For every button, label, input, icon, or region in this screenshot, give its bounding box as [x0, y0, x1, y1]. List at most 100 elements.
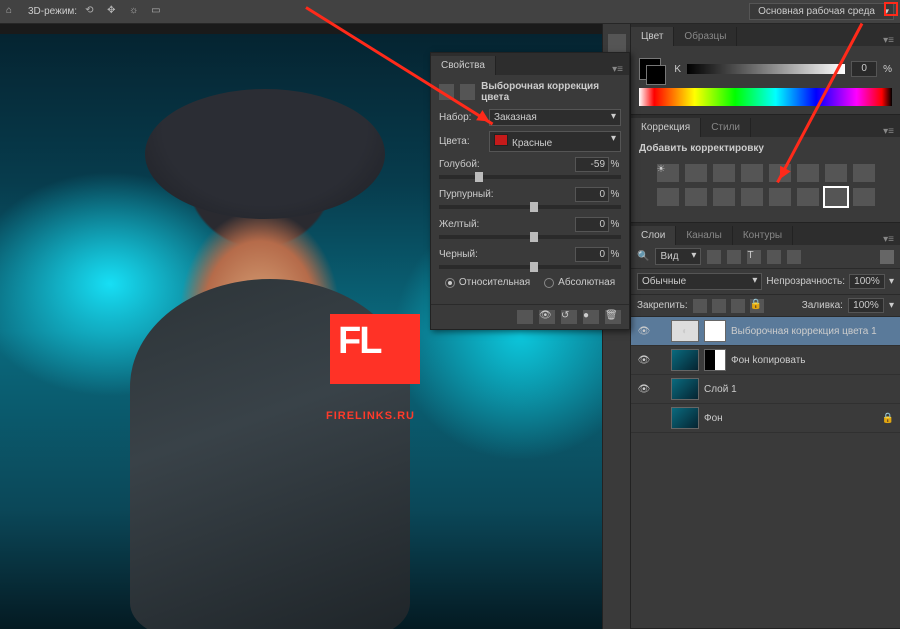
watermark-logo: FL [338, 320, 380, 363]
light-icon[interactable]: ☼ [129, 5, 143, 19]
yellow-slider[interactable] [439, 235, 621, 239]
history-icon[interactable] [608, 34, 626, 52]
adj-hue-icon[interactable] [797, 164, 819, 182]
layer-name[interactable]: Слой 1 [704, 384, 737, 395]
lock-label: Закрепить: [637, 300, 688, 311]
adj-photofilter-icon[interactable] [657, 188, 679, 206]
visibility-icon[interactable] [637, 324, 651, 338]
filter-toggle-icon[interactable] [880, 250, 894, 264]
adjustments-panel: Коррекция Стили ▾≡ Добавить корректировк… [631, 115, 900, 223]
tab-adjustments[interactable]: Коррекция [631, 118, 701, 137]
layer-mask[interactable] [704, 349, 726, 371]
adj-threshold-icon[interactable] [797, 188, 819, 206]
color-spectrum[interactable] [639, 88, 892, 106]
opacity-value[interactable]: 100% [849, 274, 885, 289]
k-value[interactable]: 0 [851, 61, 877, 77]
yellow-label: Желтый: [439, 219, 575, 230]
adj-selectivecolor-icon[interactable] [825, 188, 847, 206]
layer-row[interactable]: Фон 🔒 [631, 404, 900, 433]
chevron-down-icon[interactable]: ▾ [889, 276, 894, 287]
colors-dropdown[interactable]: Красные [489, 131, 621, 152]
k-slider[interactable] [687, 64, 845, 74]
red-swatch-icon [494, 134, 508, 146]
layer-thumb[interactable] [671, 349, 699, 371]
adj-colorlookup-icon[interactable] [713, 188, 735, 206]
adj-posterize-icon[interactable] [769, 188, 791, 206]
home-icon[interactable]: ⌂ [6, 5, 20, 19]
tab-color[interactable]: Цвет [631, 27, 674, 46]
k-percent: % [883, 64, 892, 75]
lock-transparency-icon[interactable] [693, 299, 707, 313]
adj-invert-icon[interactable] [741, 188, 763, 206]
visibility-icon[interactable] [637, 382, 651, 396]
adj-channelmixer-icon[interactable] [685, 188, 707, 206]
filter-pixel-icon[interactable] [707, 250, 721, 264]
adj-gradientmap-icon[interactable] [853, 188, 875, 206]
layer-row[interactable]: Слой 1 [631, 375, 900, 404]
mask-icon[interactable] [460, 84, 475, 100]
lock-all-icon[interactable]: 🔒 [750, 299, 764, 313]
preset-dropdown[interactable]: Заказная [489, 109, 621, 126]
fgbg-swatch[interactable] [639, 58, 661, 80]
layer-row[interactable]: ◐ Выборочная коррекция цвета 1 [631, 317, 900, 346]
orbit-icon[interactable]: ⟲ [85, 5, 99, 19]
cyan-slider[interactable] [439, 175, 621, 179]
camera-icon[interactable]: ▭ [151, 5, 165, 19]
filter-smart-icon[interactable] [787, 250, 801, 264]
pan-icon[interactable]: ✥ [107, 5, 121, 19]
reset-icon[interactable]: ↺ [561, 310, 577, 324]
layer-name[interactable]: Выборочная коррекция цвета 1 [731, 326, 877, 337]
relative-radio[interactable]: Относительная [445, 277, 530, 288]
panel-menu-icon[interactable]: ▾≡ [877, 234, 900, 245]
layer-thumb[interactable] [671, 407, 699, 429]
blend-mode-dropdown[interactable]: Обычные [637, 273, 762, 290]
panel-menu-icon[interactable]: ▾≡ [877, 35, 900, 46]
tab-swatches[interactable]: Образцы [674, 27, 737, 46]
black-value[interactable]: 0 [575, 247, 609, 262]
visibility-icon[interactable] [637, 353, 651, 367]
chevron-down-icon[interactable]: ▾ [889, 300, 894, 311]
workspace-dropdown[interactable]: Основная рабочая среда [749, 3, 894, 20]
panel-menu-icon[interactable]: ▾≡ [877, 126, 900, 137]
options-bar: ⌂ 3D-режим: ⟲ ✥ ☼ ▭ Основная рабочая сре… [0, 0, 900, 24]
filter-type-icon[interactable]: T [747, 250, 761, 264]
cyan-value[interactable]: -59 [575, 157, 609, 172]
layer-name[interactable]: Фон kопировать [731, 355, 805, 366]
tab-properties[interactable]: Свойства [431, 56, 496, 75]
layer-row[interactable]: Фон kопировать [631, 346, 900, 375]
panel-menu-icon[interactable]: ▾≡ [606, 64, 629, 75]
adj-bw-icon[interactable] [853, 164, 875, 182]
absolute-radio[interactable]: Абсолютная [544, 277, 615, 288]
tab-channels[interactable]: Каналы [676, 226, 733, 245]
adj-levels-icon[interactable] [685, 164, 707, 182]
layer-thumb[interactable] [671, 378, 699, 400]
adj-curves-icon[interactable] [713, 164, 735, 182]
lock-pixels-icon[interactable] [712, 299, 726, 313]
tab-layers[interactable]: Слои [631, 226, 676, 245]
filter-adjust-icon[interactable] [727, 250, 741, 264]
tab-styles[interactable]: Стили [701, 118, 751, 137]
magenta-value[interactable]: 0 [575, 187, 609, 202]
clip-icon[interactable] [517, 310, 533, 324]
annotation-highlight-box [884, 2, 898, 16]
filter-shape-icon[interactable] [767, 250, 781, 264]
toggle-visibility-icon[interactable]: ● [583, 310, 599, 324]
adj-colorbalance-icon[interactable] [825, 164, 847, 182]
adjustment-thumb[interactable]: ◐ [671, 320, 699, 342]
lock-icon: 🔒 [882, 413, 894, 424]
black-slider[interactable] [439, 265, 621, 269]
layer-mask[interactable] [704, 320, 726, 342]
lock-position-icon[interactable] [731, 299, 745, 313]
layer-name[interactable]: Фон [704, 413, 723, 424]
black-label: Черный: [439, 249, 575, 260]
filter-kind-dropdown[interactable]: Вид [655, 248, 701, 265]
yellow-value[interactable]: 0 [575, 217, 609, 232]
tab-paths[interactable]: Контуры [733, 226, 793, 245]
delete-icon[interactable]: 🗑 [605, 310, 621, 324]
filter-search-icon[interactable]: 🔍 [637, 251, 649, 262]
magenta-slider[interactable] [439, 205, 621, 209]
adj-brightness-icon[interactable]: ☀ [657, 164, 679, 182]
fill-value[interactable]: 100% [848, 298, 884, 313]
view-previous-icon[interactable]: 👁 [539, 310, 555, 324]
adj-exposure-icon[interactable] [741, 164, 763, 182]
